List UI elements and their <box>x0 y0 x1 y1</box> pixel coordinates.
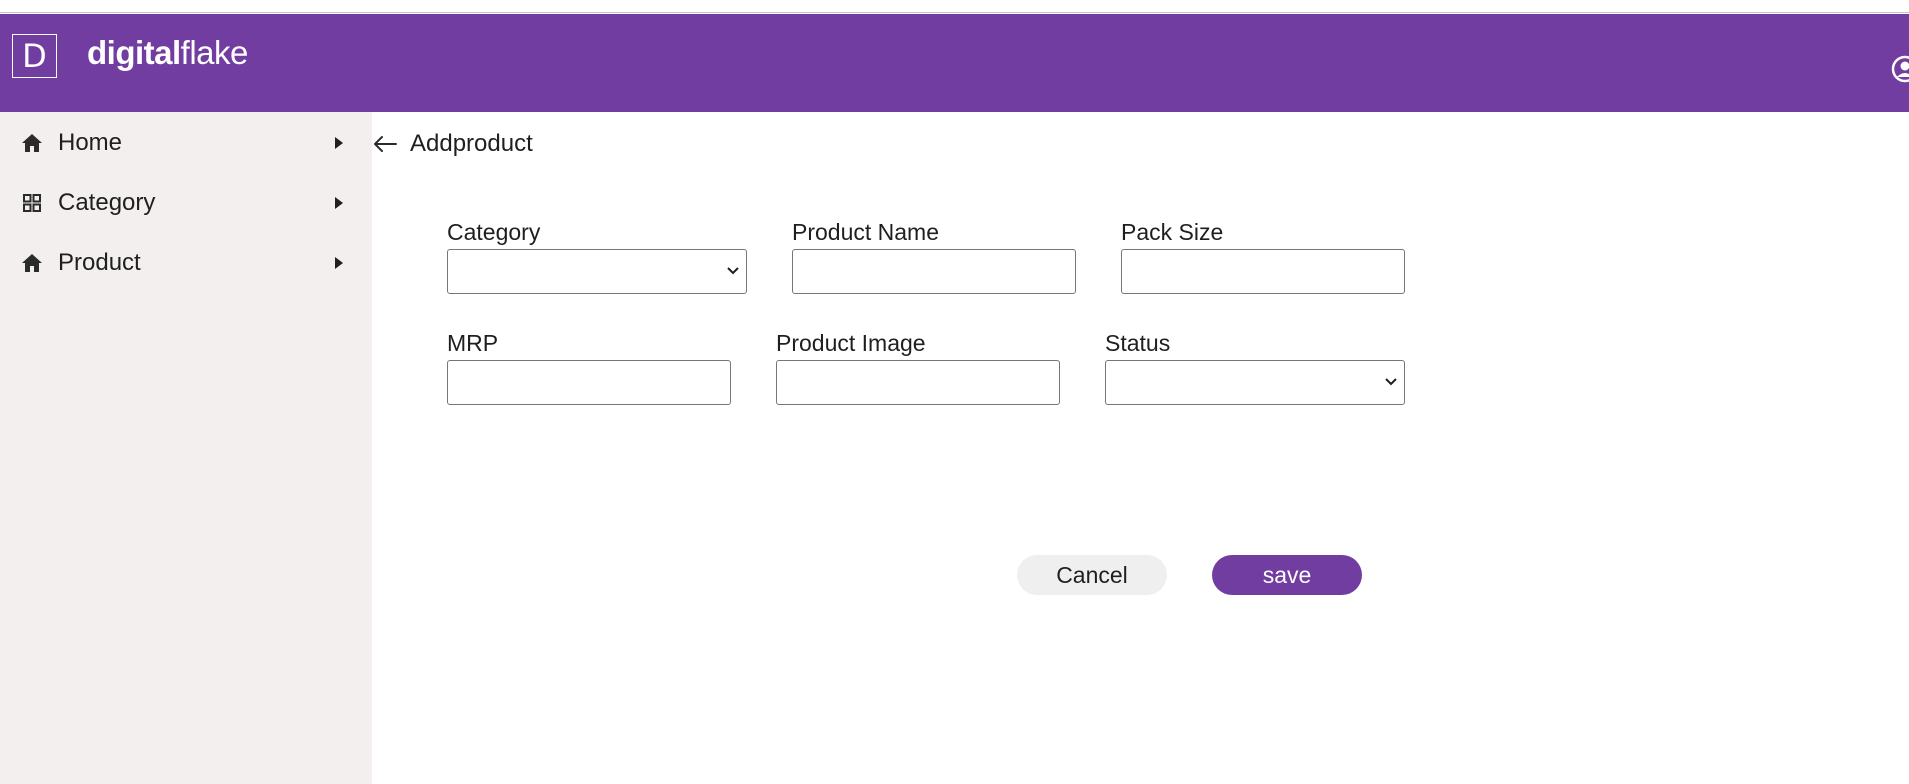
mrp-label: MRP <box>447 330 499 356</box>
sidebar-item-label: Product <box>58 249 141 276</box>
home-icon <box>22 254 42 272</box>
caret-right-icon <box>335 257 343 269</box>
brand-name-light: flake <box>180 34 249 71</box>
status-select-value[interactable] <box>1106 361 1404 404</box>
pack-size-field[interactable] <box>1121 249 1405 294</box>
brand-name: digitalflake <box>87 34 248 72</box>
page-header: Addproduct <box>372 124 533 164</box>
status-select[interactable] <box>1105 360 1405 405</box>
mrp-input[interactable] <box>448 361 730 404</box>
mrp-field[interactable] <box>447 360 731 405</box>
product-name-label: Product Name <box>792 219 940 245</box>
app-header: D digitalflake <box>0 14 1909 112</box>
pack-size-input[interactable] <box>1122 250 1404 293</box>
product-image-label: Product Image <box>776 330 926 356</box>
brand-name-bold: digital <box>87 34 181 71</box>
browser-top-edge <box>0 0 1909 13</box>
home-icon <box>22 134 42 152</box>
caret-right-icon <box>335 197 343 209</box>
caret-right-icon <box>335 137 343 149</box>
chevron-down-icon <box>1385 378 1397 386</box>
user-account-icon[interactable] <box>1890 54 1909 84</box>
category-select[interactable] <box>447 249 747 294</box>
product-image-field[interactable] <box>776 360 1060 405</box>
status-label: Status <box>1105 330 1171 356</box>
product-name-field[interactable] <box>792 249 1076 294</box>
sidebar-item-label: Category <box>58 189 156 216</box>
sidebar-item-home[interactable]: Home <box>0 118 372 168</box>
pack-size-label: Pack Size <box>1121 219 1224 245</box>
logo-mark: D <box>12 34 57 78</box>
category-select-value[interactable] <box>448 250 746 293</box>
product-image-input[interactable] <box>777 361 1059 404</box>
grid-icon <box>23 194 41 212</box>
sidebar-item-product[interactable]: Product <box>0 238 372 288</box>
sidebar: Home Category Product <box>0 112 372 784</box>
page-title: Addproduct <box>410 130 533 157</box>
back-arrow-icon[interactable] <box>372 134 398 154</box>
sidebar-item-category[interactable]: Category <box>0 178 372 228</box>
chevron-down-icon <box>727 267 739 275</box>
sidebar-item-label: Home <box>58 129 123 156</box>
cancel-button[interactable]: Cancel <box>1017 555 1167 595</box>
product-name-input[interactable] <box>793 250 1075 293</box>
category-label: Category <box>447 219 541 245</box>
save-button[interactable]: save <box>1212 555 1362 595</box>
